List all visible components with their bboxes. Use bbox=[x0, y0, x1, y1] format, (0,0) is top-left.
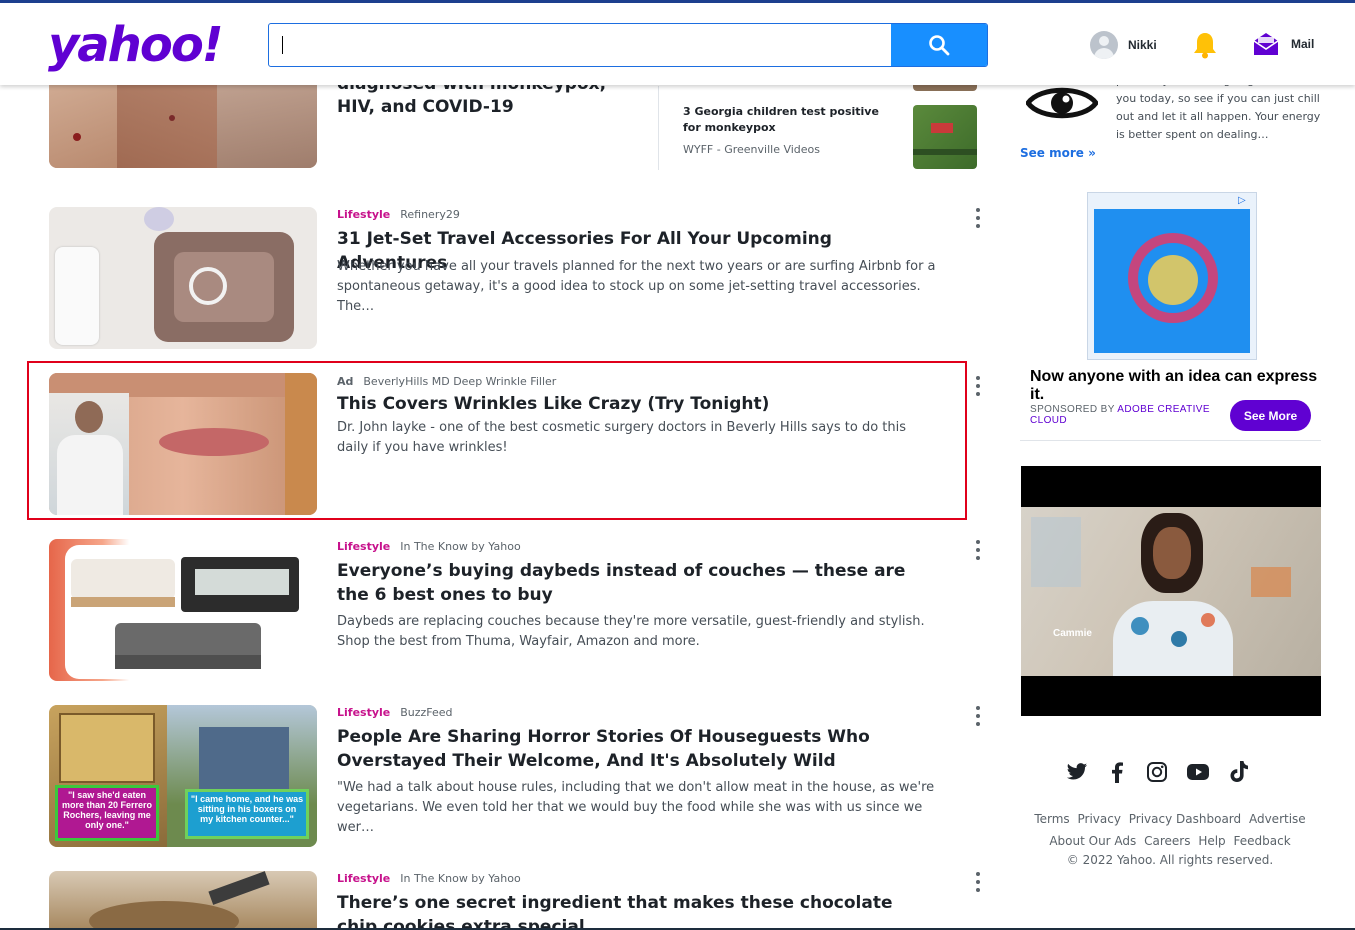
header: yahoo! Nikki Mail bbox=[0, 3, 1355, 85]
video-speaker-name: Cammie bbox=[1053, 628, 1092, 639]
more-options-icon[interactable] bbox=[974, 208, 982, 228]
footer-link-feedback[interactable]: Feedback bbox=[1234, 834, 1291, 848]
twitter-icon[interactable] bbox=[1066, 762, 1088, 782]
feed-item-summary: "We had a talk about house rules, includ… bbox=[337, 780, 935, 835]
related-story-title[interactable]: 3 Georgia children test positive for mon… bbox=[683, 104, 893, 136]
feed-item-thumbnail-ad[interactable] bbox=[49, 373, 317, 515]
source-label: Refinery29 bbox=[400, 208, 460, 221]
related-story-source: WYFF - Greenville Videos bbox=[683, 143, 821, 156]
tiktok-icon[interactable] bbox=[1228, 760, 1250, 784]
more-options-icon[interactable] bbox=[974, 706, 982, 726]
feed-item-meta: Lifestyle BuzzFeed bbox=[337, 706, 453, 719]
mail-icon bbox=[1253, 33, 1279, 55]
search-icon bbox=[929, 35, 950, 56]
search-box[interactable] bbox=[268, 23, 988, 67]
social-links bbox=[1066, 760, 1250, 784]
ad-label: Ad bbox=[337, 375, 354, 388]
more-options-icon[interactable] bbox=[974, 376, 982, 396]
user-name: Nikki bbox=[1128, 38, 1157, 52]
sponsored-prefix: SPONSORED BY bbox=[1030, 404, 1115, 415]
source-label: BeverlyHills MD Deep Wrinkle Filler bbox=[363, 375, 557, 388]
footer-link-help[interactable]: Help bbox=[1198, 834, 1225, 848]
search-button[interactable] bbox=[891, 24, 987, 66]
top-accent-line bbox=[0, 0, 1355, 3]
video-player[interactable]: Cammie bbox=[1021, 466, 1321, 716]
feed-item-title[interactable]: People Are Sharing Horror Stories Of Hou… bbox=[337, 725, 937, 773]
feed-item-meta: Lifestyle In The Know by Yahoo bbox=[337, 540, 521, 553]
user-profile[interactable]: Nikki bbox=[1090, 31, 1157, 59]
ad-creative-image[interactable]: ▷ bbox=[1087, 192, 1257, 360]
footer-row-2: About Our Ads Careers Help Feedback bbox=[1020, 834, 1320, 848]
feed-item-summary: Daybeds are replacing couches because th… bbox=[337, 614, 925, 649]
footer-link-privacy-dashboard[interactable]: Privacy Dashboard bbox=[1129, 812, 1241, 826]
ad-sponsored-by: SPONSORED BY ADOBE CREATIVE CLOUD bbox=[1030, 404, 1220, 426]
category-label[interactable]: Lifestyle bbox=[337, 706, 390, 719]
feed-item-title[interactable]: Everyone’s buying daybeds instead of cou… bbox=[337, 559, 937, 607]
more-options-icon[interactable] bbox=[974, 872, 982, 892]
feed-item-meta: Ad BeverlyHills MD Deep Wrinkle Filler bbox=[337, 375, 556, 388]
video-frame bbox=[1021, 507, 1321, 676]
mail-link[interactable]: Mail bbox=[1253, 32, 1314, 56]
feed-item-meta: Lifestyle Refinery29 bbox=[337, 208, 460, 221]
footer-copyright: © 2022 Yahoo. All rights reserved. bbox=[1066, 853, 1274, 867]
thumb-caption-right: "I came home, and he was sitting in his … bbox=[185, 789, 309, 839]
instagram-icon[interactable] bbox=[1146, 761, 1168, 783]
thumb-caption-left: "I saw she'd eaten more than 20 Ferrero … bbox=[55, 785, 159, 841]
category-label[interactable]: Lifestyle bbox=[337, 872, 390, 885]
footer-link-about-ads[interactable]: About Our Ads bbox=[1049, 834, 1136, 848]
text-caret bbox=[282, 36, 283, 54]
mail-label: Mail bbox=[1291, 37, 1315, 51]
footer-link-terms[interactable]: Terms bbox=[1034, 812, 1069, 826]
notifications-bell-icon[interactable] bbox=[1192, 31, 1218, 63]
horoscope-eye-icon bbox=[1024, 80, 1100, 130]
yahoo-logo[interactable]: yahoo! bbox=[48, 17, 224, 73]
related-story-thumbnail[interactable] bbox=[913, 105, 977, 169]
feed-item-thumbnail-daybeds[interactable] bbox=[49, 539, 317, 681]
ad-see-more-button[interactable]: See More bbox=[1230, 400, 1311, 431]
avatar bbox=[1090, 31, 1118, 59]
footer-link-privacy[interactable]: Privacy bbox=[1077, 812, 1120, 826]
feed-item-summary: Whether you have all your travels planne… bbox=[337, 259, 936, 314]
feed-item-thumbnail-houseguests[interactable]: "I saw she'd eaten more than 20 Ferrero … bbox=[49, 705, 317, 847]
horoscope-see-more-link[interactable]: See more » bbox=[1020, 146, 1096, 160]
source-label: In The Know by Yahoo bbox=[400, 540, 521, 553]
feed-item-title[interactable]: There’s one secret ingredient that makes… bbox=[337, 891, 937, 928]
footer-row-1: Terms Privacy Privacy Dashboard Advertis… bbox=[1020, 812, 1320, 826]
feed-item-summary: Dr. John layke - one of the best cosmeti… bbox=[337, 420, 907, 455]
source-label: In The Know by Yahoo bbox=[400, 872, 521, 885]
category-label[interactable]: Lifestyle bbox=[337, 208, 390, 221]
category-label[interactable]: Lifestyle bbox=[337, 540, 390, 553]
footer-link-advertise[interactable]: Advertise bbox=[1249, 812, 1306, 826]
feed-item-title[interactable]: This Covers Wrinkles Like Crazy (Try Ton… bbox=[337, 392, 937, 416]
feed-item-thumbnail-travel[interactable] bbox=[49, 207, 317, 349]
youtube-icon[interactable] bbox=[1186, 762, 1210, 782]
ad-divider bbox=[1020, 440, 1321, 441]
facebook-icon[interactable] bbox=[1106, 761, 1128, 783]
more-options-icon[interactable] bbox=[974, 540, 982, 560]
related-divider bbox=[658, 86, 659, 170]
search-input[interactable] bbox=[269, 24, 892, 66]
feed-item-thumbnail-cookies[interactable] bbox=[49, 871, 317, 928]
source-label: BuzzFeed bbox=[400, 706, 453, 719]
ad-headline[interactable]: Now anyone with an idea can express it. bbox=[1030, 368, 1320, 404]
feed-item-meta: Lifestyle In The Know by Yahoo bbox=[337, 872, 521, 885]
footer-link-careers[interactable]: Careers bbox=[1144, 834, 1190, 848]
